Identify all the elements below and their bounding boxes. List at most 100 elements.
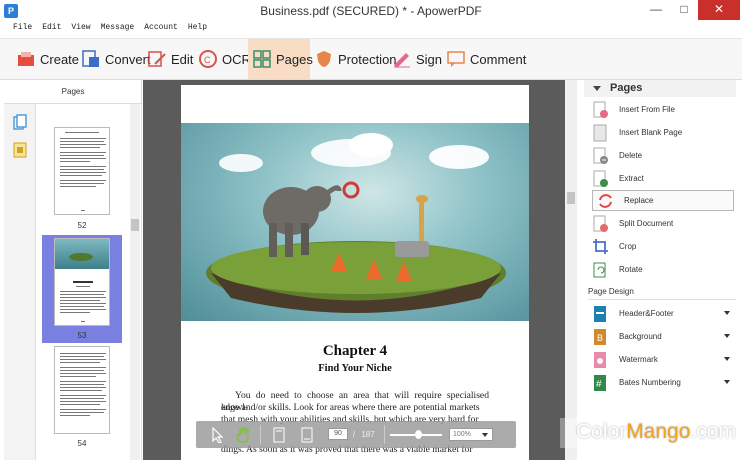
sign-icon [392,49,412,69]
crop-button[interactable]: Crop [592,236,736,257]
svg-text:#: # [596,379,602,390]
thumbnail-page-54[interactable] [54,346,110,434]
create-button[interactable]: Create [16,39,79,79]
protection-button[interactable]: Protection [314,39,397,79]
page-number-input[interactable]: 90 [328,428,348,440]
menu-bar: File Edit View Message Account Help [0,22,742,36]
sign-button[interactable]: Sign [392,39,442,79]
header-footer-icon [592,305,609,323]
chevron-down-icon[interactable] [724,380,730,384]
thumbnail-page-number: 53 [77,331,87,340]
chapter-illustration [181,123,529,321]
insert-from-file-button[interactable]: Insert From File [592,99,736,120]
pages-label: Pages [276,51,313,67]
watermark-text-suffix: .com [690,420,736,443]
convert-button[interactable]: Convert [81,39,151,79]
comment-label: Comment [470,51,527,67]
insert-file-icon [592,101,609,119]
split-document-icon [592,215,609,233]
menu-help[interactable]: Help [183,22,212,32]
header-footer-button[interactable]: Header&Footer [592,303,736,324]
thumbnail-panel-header: Pages [4,80,142,104]
pages-icon [252,49,272,69]
background-button[interactable]: B Background [592,326,736,347]
chevron-down-icon [482,433,488,437]
paragraph-line: edge and/or skills. Look for areas where… [221,402,480,413]
pages-button[interactable]: Pages [248,39,313,79]
protection-label: Protection [338,51,397,67]
document-viewer[interactable]: Chapter 4 Find Your Niche You do need to… [143,80,565,460]
select-tool-icon[interactable] [208,425,228,444]
menu-file[interactable]: File [8,22,37,32]
maximize-button[interactable]: □ [670,0,698,20]
watermark-text: Color [576,420,627,443]
watermark-text-accent: Mango [626,420,691,443]
split-document-button[interactable]: Split Document [592,213,736,234]
menu-view[interactable]: View [66,22,95,32]
zoom-value: 100% [453,431,471,438]
scrollbar-thumb[interactable] [567,192,575,204]
ocr-icon: C [198,49,218,69]
bates-numbering-button[interactable]: # Bates Numbering [592,372,736,393]
watermark-button[interactable]: Watermark [592,349,736,370]
watermark-label: Watermark [619,355,658,364]
create-icon [16,49,36,69]
chevron-down-icon[interactable] [724,334,730,338]
collapse-caret-icon [593,86,601,91]
sign-label: Sign [416,51,443,67]
comment-icon [446,49,466,69]
thumbnail-scrollbar[interactable] [130,104,140,460]
site-watermark: ColorMango.com [576,420,736,444]
thumbnail-page-number: 54 [77,439,87,448]
pages-panel-header[interactable]: Pages [584,80,736,97]
chapter-title: Chapter 4 [322,343,388,359]
total-pages: 187 [361,430,375,439]
zoom-slider-handle[interactable] [415,430,422,439]
crop-icon [592,238,609,256]
hand-tool-icon[interactable] [232,425,254,444]
create-label: Create [40,51,80,67]
insert-from-file-label: Insert From File [619,105,676,114]
attachments-tab-icon[interactable] [13,142,27,161]
next-page-icon[interactable] [298,425,316,444]
split-document-label: Split Document [619,219,674,228]
blank-page-icon [592,124,609,142]
comment-button[interactable]: Comment [446,39,526,79]
ocr-button[interactable]: C OCR [198,39,251,79]
background-icon: B [592,328,609,346]
convert-icon [81,49,101,69]
rotate-label: Rotate [619,265,643,274]
delete-page-label: Delete [619,151,643,160]
extract-page-button[interactable]: Extract [592,168,736,189]
page-thumbnails-tab-icon[interactable] [13,114,27,133]
scrollbar-thumb[interactable] [131,219,139,231]
extract-page-icon [592,170,609,188]
replace-page-button[interactable]: Replace [592,190,734,211]
title-bar: P Business.pdf (SECURED) * - ApowerPDF —… [0,0,742,22]
menu-edit[interactable]: Edit [37,22,66,32]
extract-page-label: Extract [619,174,644,183]
menu-message[interactable]: Message [96,22,140,32]
minimize-button[interactable]: — [642,0,670,20]
edit-icon [147,49,167,69]
zoom-select[interactable]: 100% [449,428,493,441]
replace-label: Replace [624,196,654,205]
delete-page-button[interactable]: Delete [592,145,736,166]
menu-account[interactable]: Account [139,22,183,32]
background-label: Background [619,332,662,341]
chevron-down-icon[interactable] [724,311,730,315]
rotate-button[interactable]: Rotate [592,259,736,280]
insert-blank-page-button[interactable]: Insert Blank Page [592,122,736,143]
header-footer-label: Header&Footer [619,309,674,318]
chevron-down-icon[interactable] [724,357,730,361]
right-panel-scrollbar[interactable] [565,80,577,460]
first-page-icon[interactable] [270,425,288,444]
svg-text:C: C [204,55,211,65]
close-button[interactable]: ✕ [698,0,740,20]
thumbnail-page-53[interactable] [54,238,110,326]
rotate-icon [592,261,609,279]
chapter-subtitle: Find Your Niche [318,363,392,374]
thumbnail-page-52[interactable] [54,127,110,215]
thumbnail-page-number: 52 [77,221,87,230]
edit-button[interactable]: Edit [147,39,193,79]
